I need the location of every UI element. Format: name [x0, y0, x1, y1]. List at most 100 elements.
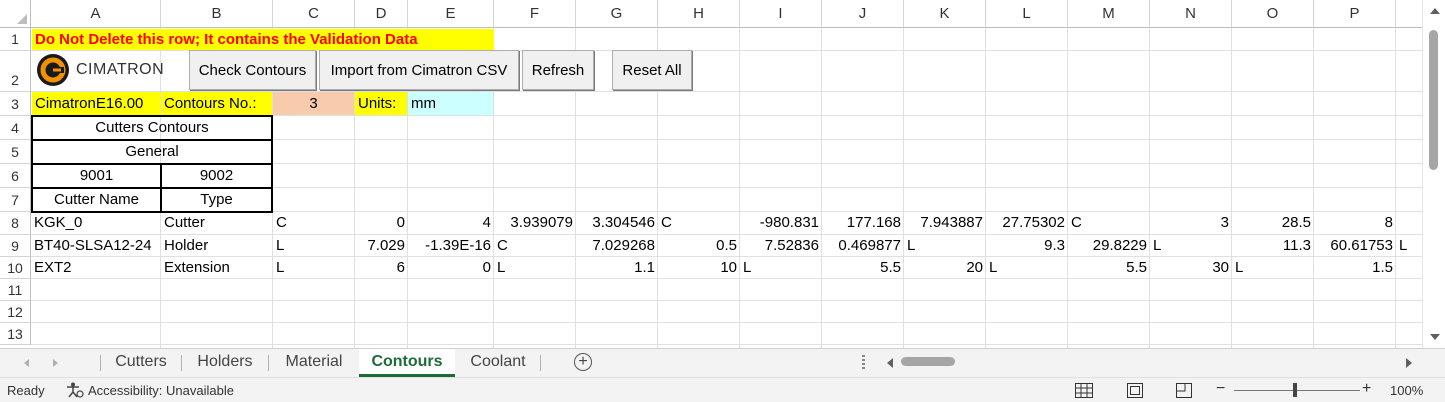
row-header-13[interactable]: 13: [0, 323, 31, 345]
table-cell[interactable]: 1.1: [576, 257, 658, 278]
table-cell[interactable]: KGK_0: [31, 212, 161, 234]
row-header-7[interactable]: 7: [0, 188, 31, 212]
version-cell[interactable]: CimatronE16.00: [32, 92, 160, 115]
column-header-q[interactable]: [1396, 0, 1422, 28]
row-header-3[interactable]: 3: [0, 92, 31, 116]
column-header-n[interactable]: N: [1150, 0, 1232, 28]
code-b-cell[interactable]: 9002: [160, 163, 273, 189]
table-cell[interactable]: Extension: [161, 257, 273, 278]
validation-banner[interactable]: Do Not Delete this row; It contains the …: [32, 29, 494, 50]
tab-contours[interactable]: Contours: [359, 349, 455, 377]
table-cell[interactable]: 10: [658, 257, 740, 278]
row-header-10[interactable]: 10: [0, 257, 31, 279]
table-cell[interactable]: 27.75302: [986, 212, 1068, 234]
table-cell[interactable]: L: [986, 257, 1068, 278]
column-header-o[interactable]: O: [1232, 0, 1314, 28]
accessibility-icon[interactable]: [66, 382, 84, 398]
horizontal-scroll-thumb[interactable]: [901, 357, 955, 366]
normal-view-icon[interactable]: [1075, 383, 1093, 398]
row-header-11[interactable]: 11: [0, 279, 31, 301]
column-header-f[interactable]: F: [494, 0, 576, 28]
table-cell[interactable]: 1.5: [1314, 257, 1396, 278]
table-title-cell[interactable]: Cutters Contours: [31, 115, 273, 141]
table-cell[interactable]: 5.5: [822, 257, 904, 278]
table-cell[interactable]: C: [494, 235, 576, 256]
table-cell[interactable]: L: [1150, 235, 1232, 256]
tab-scroll-right-icon[interactable]: [53, 359, 58, 367]
check-contours-button[interactable]: Check Contours: [189, 50, 316, 90]
row-header-9[interactable]: 9: [0, 235, 31, 257]
column-header-j[interactable]: J: [822, 0, 904, 28]
zoom-out-icon[interactable]: −: [1216, 380, 1225, 398]
tab-splitter-handle[interactable]: [862, 355, 865, 371]
table-cell[interactable]: 177.168: [822, 212, 904, 234]
table-cell[interactable]: C: [658, 212, 740, 234]
table-cell[interactable]: L: [740, 257, 822, 278]
row-header-5[interactable]: 5: [0, 140, 31, 164]
accessibility-status[interactable]: Accessibility: Unavailable: [88, 383, 234, 398]
row-header-12[interactable]: 12: [0, 301, 31, 323]
hscroll-left-icon[interactable]: [887, 358, 893, 368]
vertical-scrollbar[interactable]: [1422, 0, 1445, 348]
table-cell[interactable]: -1.39E-16: [408, 235, 494, 256]
table-cell[interactable]: 7.52836: [740, 235, 822, 256]
column-header-h[interactable]: H: [658, 0, 740, 28]
row-header-6[interactable]: 6: [0, 164, 31, 188]
table-cell[interactable]: 3: [1150, 212, 1232, 234]
table-cell[interactable]: 0: [408, 257, 494, 278]
reset-all-button[interactable]: Reset All: [612, 50, 692, 90]
contours-label-cell[interactable]: Contours No.:: [161, 92, 272, 115]
table-cell[interactable]: Holder: [161, 235, 273, 256]
table-cell[interactable]: -980.831: [740, 212, 822, 234]
table-cell[interactable]: L: [273, 257, 355, 278]
tab-cutters[interactable]: Cutters: [101, 349, 181, 377]
table-cell[interactable]: L: [494, 257, 576, 278]
hscroll-right-icon[interactable]: [1406, 358, 1412, 368]
vertical-scroll-thumb[interactable]: [1429, 30, 1438, 170]
scroll-up-icon[interactable]: [1430, 8, 1440, 14]
column-header-p[interactable]: P: [1314, 0, 1396, 28]
import-csv-button[interactable]: Import from Cimatron CSV: [319, 50, 519, 90]
contours-value-cell[interactable]: 3: [273, 92, 354, 115]
cutter-name-header[interactable]: Cutter Name: [31, 187, 162, 213]
table-cell[interactable]: 5.5: [1068, 257, 1150, 278]
table-cell[interactable]: 4: [408, 212, 494, 234]
zoom-level[interactable]: 100%: [1390, 383, 1423, 398]
table-cell[interactable]: 9.3: [986, 235, 1068, 256]
column-header-g[interactable]: G: [576, 0, 658, 28]
table-cell[interactable]: L: [1396, 235, 1422, 256]
spreadsheet-grid[interactable]: A B C D E F G H I J K L M N O P 1 2 3 4 …: [0, 0, 1422, 348]
table-cell[interactable]: 7.943887: [904, 212, 986, 234]
column-header-l[interactable]: L: [986, 0, 1068, 28]
column-header-i[interactable]: I: [740, 0, 822, 28]
column-header-c[interactable]: C: [273, 0, 355, 28]
table-cell[interactable]: 60.61753: [1314, 235, 1396, 256]
page-layout-icon[interactable]: [1127, 383, 1143, 398]
column-header-a[interactable]: A: [31, 0, 161, 28]
column-header-k[interactable]: K: [904, 0, 986, 28]
tab-coolant[interactable]: Coolant: [456, 349, 540, 377]
add-sheet-icon[interactable]: +: [574, 353, 592, 371]
table-cell[interactable]: 7.029268: [576, 235, 658, 256]
row-header-2[interactable]: 2: [0, 51, 31, 92]
table-cell[interactable]: 3.304546: [576, 212, 658, 234]
units-label-cell[interactable]: Units:: [355, 92, 407, 115]
table-cell[interactable]: EXT2: [31, 257, 161, 278]
table-cell[interactable]: 20: [904, 257, 986, 278]
table-cell[interactable]: BT40-SLSA12-24: [31, 235, 161, 256]
table-cell[interactable]: 30: [1150, 257, 1232, 278]
zoom-slider[interactable]: [1234, 390, 1360, 391]
scroll-down-icon[interactable]: [1430, 334, 1440, 340]
table-cell[interactable]: L: [1232, 257, 1314, 278]
tab-holders[interactable]: Holders: [182, 349, 268, 377]
table-cell[interactable]: 29.8229: [1068, 235, 1150, 256]
column-header-m[interactable]: M: [1068, 0, 1150, 28]
table-cell[interactable]: 0.5: [658, 235, 740, 256]
zoom-in-icon[interactable]: +: [1362, 380, 1371, 398]
table-cell[interactable]: L: [273, 235, 355, 256]
row-header-4[interactable]: 4: [0, 116, 31, 140]
type-header[interactable]: Type: [160, 187, 273, 213]
table-cell[interactable]: L: [904, 235, 986, 256]
units-value-cell[interactable]: mm: [408, 92, 493, 115]
table-cell[interactable]: 28.5: [1232, 212, 1314, 234]
